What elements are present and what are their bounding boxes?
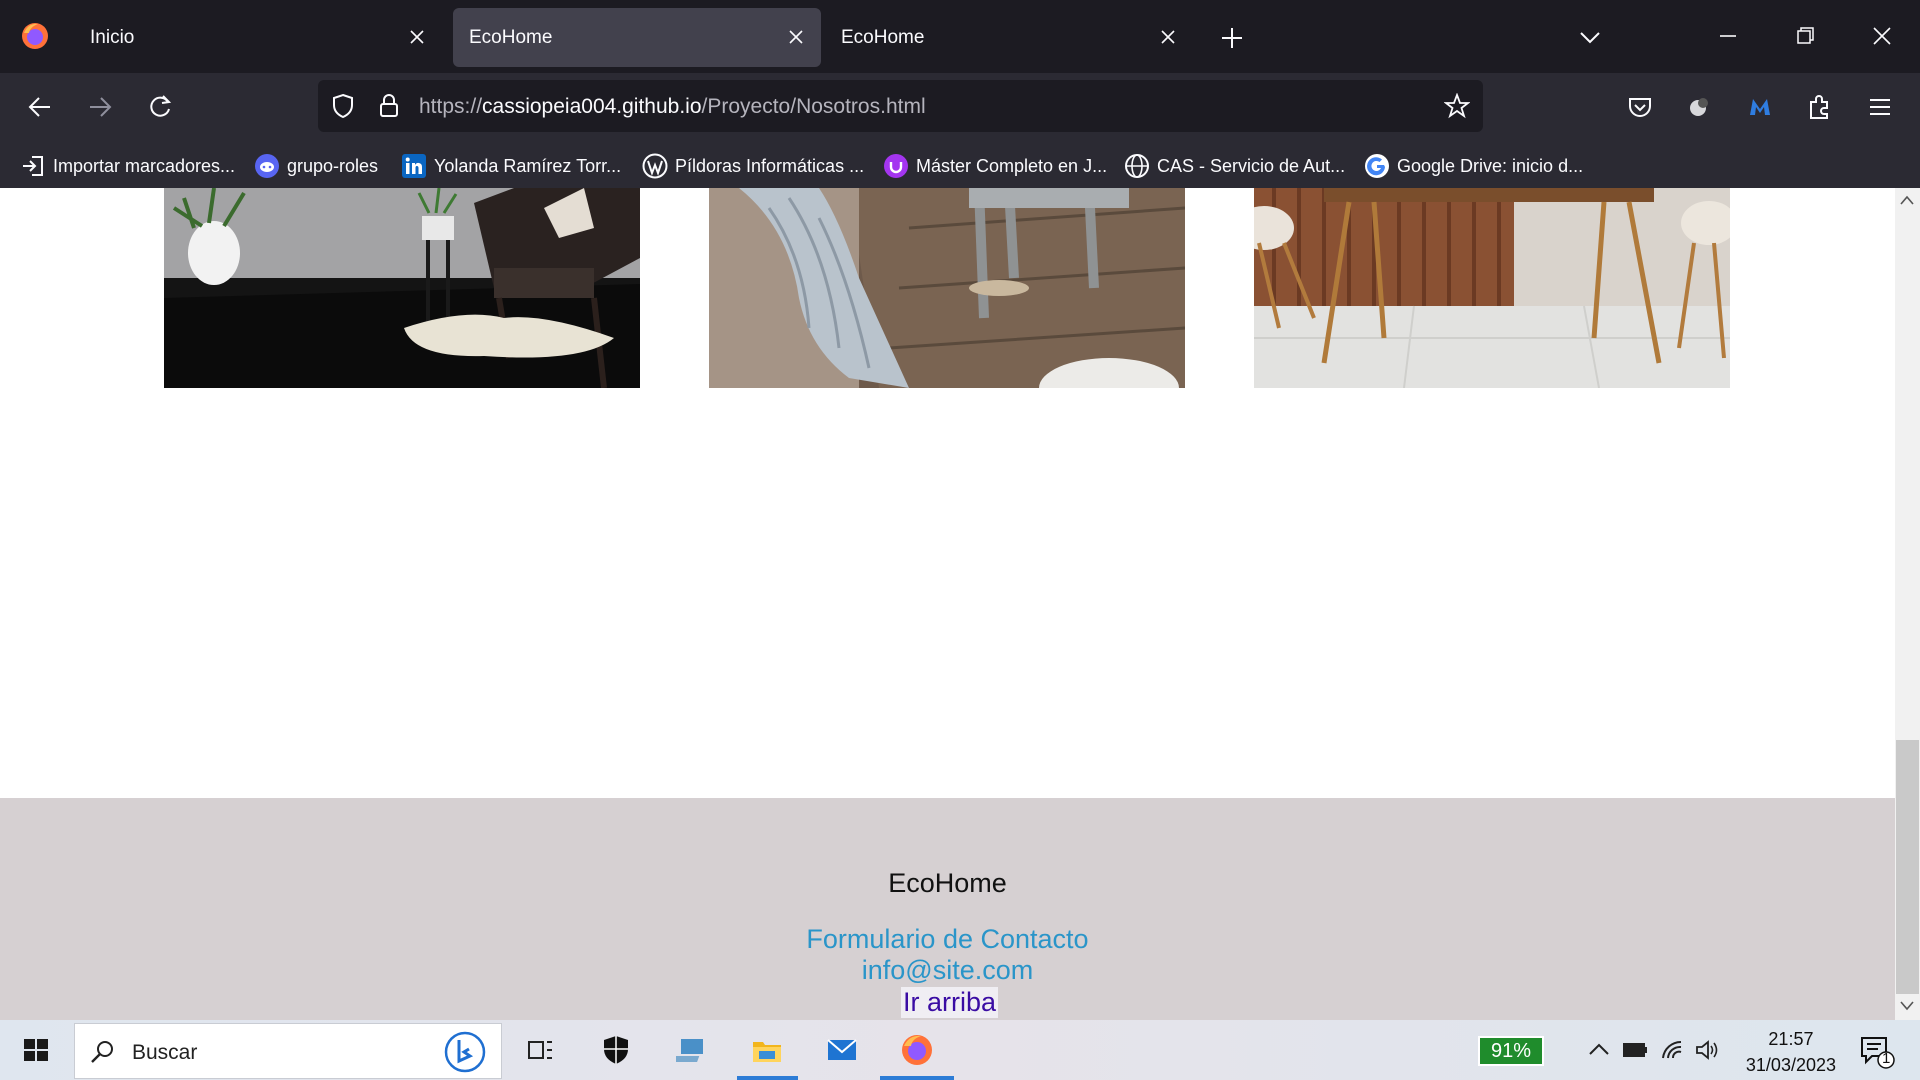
chevron-up-icon[interactable]	[1586, 1038, 1612, 1062]
site-footer: EcoHome Formulario de Contacto info@site…	[0, 798, 1895, 1020]
tab-strip: Inicio EcoHome EcoHome	[0, 0, 1920, 73]
clock-date: 31/03/2023	[1745, 1055, 1836, 1075]
udemy-icon	[884, 154, 908, 178]
url-scheme: https://	[419, 95, 483, 118]
url-text[interactable]: https://cassiopeia004.github.io/Proyecto…	[419, 95, 926, 119]
bookmark-star-icon[interactable]	[1444, 93, 1470, 119]
battery-icon[interactable]	[1622, 1038, 1648, 1062]
forward-icon[interactable]	[86, 93, 114, 121]
dining-table-photo	[1254, 188, 1730, 388]
active-app-indicator	[880, 1076, 954, 1080]
clock-time: 21:57	[1768, 1029, 1814, 1049]
back-to-top-link[interactable]: Ir arriba	[901, 987, 999, 1018]
system-clock[interactable]: 21:57 31/03/2023	[1746, 1026, 1836, 1078]
contact-form-link[interactable]: Formulario de Contacto	[0, 924, 1895, 955]
windows-taskbar: Buscar 91% 21:57 31/03/2023 1	[0, 1020, 1920, 1080]
minimize-icon[interactable]	[1714, 22, 1742, 50]
close-tab-icon[interactable]	[1159, 28, 1177, 46]
google-icon	[1365, 154, 1389, 178]
pocket-icon[interactable]	[1626, 93, 1654, 121]
footer-brand: EcoHome	[888, 868, 1007, 898]
tab-ecohome[interactable]: EcoHome	[825, 8, 1193, 67]
shield-icon[interactable]	[330, 93, 356, 119]
active-app-indicator	[737, 1076, 798, 1080]
extensions-puzzle-icon[interactable]	[1806, 93, 1834, 121]
this-pc-icon[interactable]	[676, 1032, 712, 1068]
new-tab-icon[interactable]	[1219, 25, 1245, 51]
windows-start-icon[interactable]	[18, 1032, 54, 1068]
notification-count: 1	[1882, 1050, 1891, 1067]
bookmark-label: CAS - Servicio de Aut...	[1157, 156, 1346, 176]
bookmark-label: Máster Completo en J...	[916, 156, 1108, 176]
scroll-down-icon[interactable]	[1899, 999, 1915, 1013]
url-path: /Proyecto/Nosotros.html	[701, 95, 926, 118]
taskbar-search[interactable]: Buscar	[74, 1023, 502, 1079]
search-icon	[91, 1041, 113, 1063]
volume-icon[interactable]	[1694, 1038, 1720, 1062]
task-view-icon[interactable]	[522, 1032, 558, 1068]
search-placeholder: Buscar	[132, 1041, 198, 1064]
tab-ecohome-active[interactable]: EcoHome	[453, 8, 821, 67]
bookmark-label: grupo-roles	[287, 156, 379, 176]
security-shield-icon[interactable]	[598, 1032, 634, 1068]
close-tab-icon[interactable]	[408, 28, 426, 46]
menu-hamburger-icon[interactable]	[1866, 93, 1894, 121]
bookmark-label: Yolanda Ramírez Torr...	[434, 156, 622, 176]
malwarebytes-icon[interactable]	[1746, 93, 1774, 121]
wifi-icon[interactable]	[1660, 1038, 1686, 1062]
email-link[interactable]: info@site.com	[0, 955, 1895, 986]
extension-icon[interactable]	[1686, 93, 1714, 121]
globe-icon	[1125, 154, 1149, 178]
tab-label: EcoHome	[469, 27, 553, 48]
scrollbar-thumb[interactable]	[1896, 740, 1919, 994]
sofa-blanket-photo	[709, 188, 1185, 388]
reload-icon[interactable]	[146, 93, 174, 121]
wordpress-icon	[642, 153, 668, 179]
bing-icon[interactable]	[443, 1030, 487, 1074]
bookmark-label: Google Drive: inicio d...	[1397, 156, 1584, 176]
bookmark-label: Importar marcadores...	[53, 156, 236, 176]
close-window-icon[interactable]	[1868, 22, 1896, 50]
url-host: cassiopeia004.github.io	[482, 95, 702, 118]
close-tab-icon[interactable]	[787, 28, 805, 46]
web-page: EcoHome Formulario de Contacto info@site…	[0, 188, 1895, 1020]
restore-icon[interactable]	[1791, 22, 1819, 50]
lock-icon[interactable]	[376, 93, 402, 119]
bookmark-label: Píldoras Informáticas ...	[675, 156, 865, 176]
url-bar[interactable]: https://cassiopeia004.github.io/Proyecto…	[318, 80, 1483, 132]
tab-label: EcoHome	[841, 27, 925, 48]
living-room-photo	[164, 188, 640, 388]
tab-label: Inicio	[90, 27, 135, 48]
linkedin-icon	[402, 154, 426, 178]
bookmarks-toolbar: Importar marcadores... grupo-roles Yolan…	[0, 143, 1920, 188]
import-icon	[23, 156, 43, 176]
chevron-down-icon[interactable]	[1578, 25, 1602, 49]
battery-percentage: 91%	[1478, 1036, 1544, 1066]
firefox-icon[interactable]	[20, 21, 50, 51]
scroll-up-icon[interactable]	[1899, 193, 1915, 207]
discord-icon	[255, 154, 279, 178]
mail-icon[interactable]	[824, 1032, 860, 1068]
firefox-taskbar-icon[interactable]	[899, 1032, 935, 1068]
back-icon[interactable]	[26, 93, 54, 121]
file-explorer-icon[interactable]	[749, 1032, 785, 1068]
tab-inicio[interactable]: Inicio	[74, 8, 442, 67]
